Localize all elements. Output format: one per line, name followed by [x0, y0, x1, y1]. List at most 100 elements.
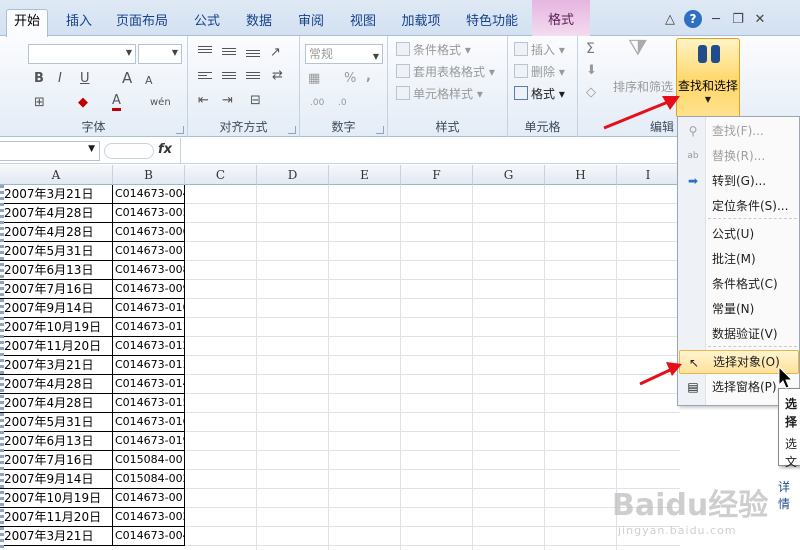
column-header-a[interactable]: A — [0, 165, 113, 185]
help-icon[interactable]: ? — [684, 10, 702, 28]
date-cell[interactable]: 2007年11月20日 — [0, 337, 113, 356]
date-cell[interactable]: 2007年6月13日 — [0, 261, 113, 280]
tab-home[interactable]: 开始 — [6, 9, 48, 37]
underline-button[interactable]: U — [80, 70, 90, 88]
code-cell[interactable]: C014673-014 — [113, 375, 185, 394]
fill-color-icon[interactable]: ◆ — [78, 94, 88, 112]
code-cell[interactable]: C015084-002 — [113, 470, 185, 489]
font-dialog-launcher-icon[interactable] — [176, 126, 184, 134]
date-cell[interactable]: 2007年7月16日 — [0, 280, 113, 299]
date-cell[interactable]: 2007年3月21日 — [0, 356, 113, 375]
date-cell[interactable]: 2007年7月16日 — [0, 451, 113, 470]
align-middle-icon[interactable] — [222, 48, 236, 60]
decrease-indent-icon[interactable]: ⇤ — [198, 92, 209, 110]
code-cell[interactable]: C014673-019 — [113, 432, 185, 451]
date-cell[interactable]: 2007年4月28日 — [0, 204, 113, 223]
grow-font-button[interactable]: A — [122, 69, 132, 87]
name-box-dropdown-icon[interactable]: ▼ — [88, 144, 95, 154]
currency-icon[interactable]: ▦ — [308, 70, 320, 88]
merge-cells-icon[interactable]: ⊟ — [250, 92, 261, 110]
column-header-i[interactable]: I — [617, 165, 680, 185]
column-header-b[interactable]: B — [113, 165, 185, 185]
name-box[interactable]: ▼ — [0, 141, 100, 161]
menu-item[interactable]: ab 替换(R)... — [679, 144, 799, 168]
column-header-c[interactable]: C — [185, 165, 257, 185]
tab-formulas[interactable]: 公式 — [190, 12, 224, 34]
percent-button[interactable]: % — [344, 70, 356, 88]
tab-review[interactable]: 审阅 — [294, 12, 328, 34]
menu-item[interactable]: 常量(N) — [679, 297, 799, 321]
date-cell[interactable]: 2007年6月13日 — [0, 432, 113, 451]
align-right-icon[interactable] — [246, 72, 260, 84]
font-color-button[interactable]: A — [112, 94, 121, 111]
format-as-table-button[interactable]: 套用表格格式 ▾ — [396, 62, 495, 82]
menu-item[interactable]: 定位条件(S)... — [679, 194, 799, 218]
window-close-icon[interactable]: ✕ — [752, 12, 768, 28]
date-cell[interactable]: 2007年11月20日 — [0, 508, 113, 527]
menu-item[interactable]: 批注(M) — [679, 247, 799, 271]
cell-styles-button[interactable]: 单元格样式 ▾ — [396, 84, 483, 104]
code-cell[interactable]: C014673-007 — [113, 242, 185, 261]
increase-indent-icon[interactable]: ⇥ — [222, 92, 233, 110]
code-cell[interactable]: C014673-010 — [113, 299, 185, 318]
code-cell[interactable]: C014673-013 — [113, 356, 185, 375]
date-cell[interactable]: 2007年9月14日 — [0, 299, 113, 318]
code-cell[interactable]: C014673-015 — [113, 394, 185, 413]
code-cell[interactable]: C014673-004 — [113, 185, 185, 204]
font-size-dropdown[interactable]: ▼ — [138, 44, 182, 64]
tab-insert[interactable]: 插入 — [62, 12, 96, 34]
insert-function-button[interactable]: fx — [158, 142, 172, 157]
autosum-button[interactable]: Σ — [586, 40, 595, 58]
date-cell[interactable]: 2007年3月21日 — [0, 185, 113, 204]
fill-icon[interactable]: ⬇ — [586, 62, 597, 80]
formula-input[interactable] — [182, 140, 672, 162]
comma-button[interactable]: , — [366, 68, 371, 86]
shrink-font-button[interactable]: A — [145, 72, 153, 90]
column-header-h[interactable]: H — [545, 165, 617, 185]
window-minimize-icon[interactable]: ─ — [708, 12, 724, 28]
date-cell[interactable]: 2007年4月28日 — [0, 223, 113, 242]
code-cell[interactable]: C014673-002 — [113, 508, 185, 527]
column-header-d[interactable]: D — [257, 165, 329, 185]
menu-item[interactable]: ➡ 转到(G)... — [679, 169, 799, 193]
column-header-f[interactable]: F — [401, 165, 473, 185]
tab-special-features[interactable]: 特色功能 — [462, 12, 522, 34]
date-cell[interactable]: 2007年10月19日 — [0, 489, 113, 508]
date-cell[interactable]: 2007年4月28日 — [0, 394, 113, 413]
tab-page-layout[interactable]: 页面布局 — [112, 12, 172, 34]
code-cell[interactable]: C014673-012 — [113, 337, 185, 356]
window-restore-icon[interactable]: ❐ — [730, 12, 746, 28]
date-cell[interactable]: 2007年9月14日 — [0, 470, 113, 489]
tab-format-contextual[interactable]: 格式 — [532, 0, 590, 36]
date-cell[interactable]: 2007年10月19日 — [0, 318, 113, 337]
align-bottom-icon[interactable] — [246, 50, 260, 62]
clear-icon[interactable]: ◇ — [586, 84, 596, 102]
tab-data[interactable]: 数据 — [242, 12, 276, 34]
conditional-format-button[interactable]: 条件格式 ▾ — [396, 40, 471, 60]
insert-cells-button[interactable]: 插入 ▾ — [514, 40, 565, 60]
align-left-icon[interactable] — [198, 72, 212, 84]
code-cell[interactable]: C014673-008 — [113, 261, 185, 280]
code-cell[interactable]: C014673-011 — [113, 318, 185, 337]
menu-item[interactable]: ⚲ 查找(F)... — [679, 119, 799, 143]
phonetic-button[interactable]: wén — [150, 94, 171, 112]
align-center-icon[interactable] — [222, 72, 236, 84]
delete-cells-button[interactable]: 删除 ▾ — [514, 62, 565, 82]
tab-addins[interactable]: 加载项 — [398, 12, 444, 34]
details-link[interactable]: 详情 — [778, 478, 800, 512]
date-cell[interactable]: 2007年3月21日 — [0, 527, 113, 546]
bold-button[interactable]: B — [34, 70, 44, 88]
code-cell[interactable]: C014673-004 — [113, 527, 185, 546]
code-cell[interactable]: C014673-006 — [113, 223, 185, 242]
wrap-text-icon[interactable]: ⇄ — [272, 67, 283, 85]
menu-item[interactable]: 公式(U) — [679, 222, 799, 246]
increase-decimal-icon[interactable]: .00 — [310, 94, 324, 112]
date-cell[interactable]: 2007年5月31日 — [0, 413, 113, 432]
tab-view[interactable]: 视图 — [346, 12, 380, 34]
code-cell[interactable]: C014673-009 — [113, 280, 185, 299]
alignment-dialog-launcher-icon[interactable] — [288, 126, 296, 134]
align-top-icon[interactable] — [198, 46, 212, 58]
code-cell[interactable]: C014673-001 — [113, 489, 185, 508]
border-icon[interactable]: ⊞ — [34, 94, 45, 112]
code-cell[interactable]: C015084-001 — [113, 451, 185, 470]
